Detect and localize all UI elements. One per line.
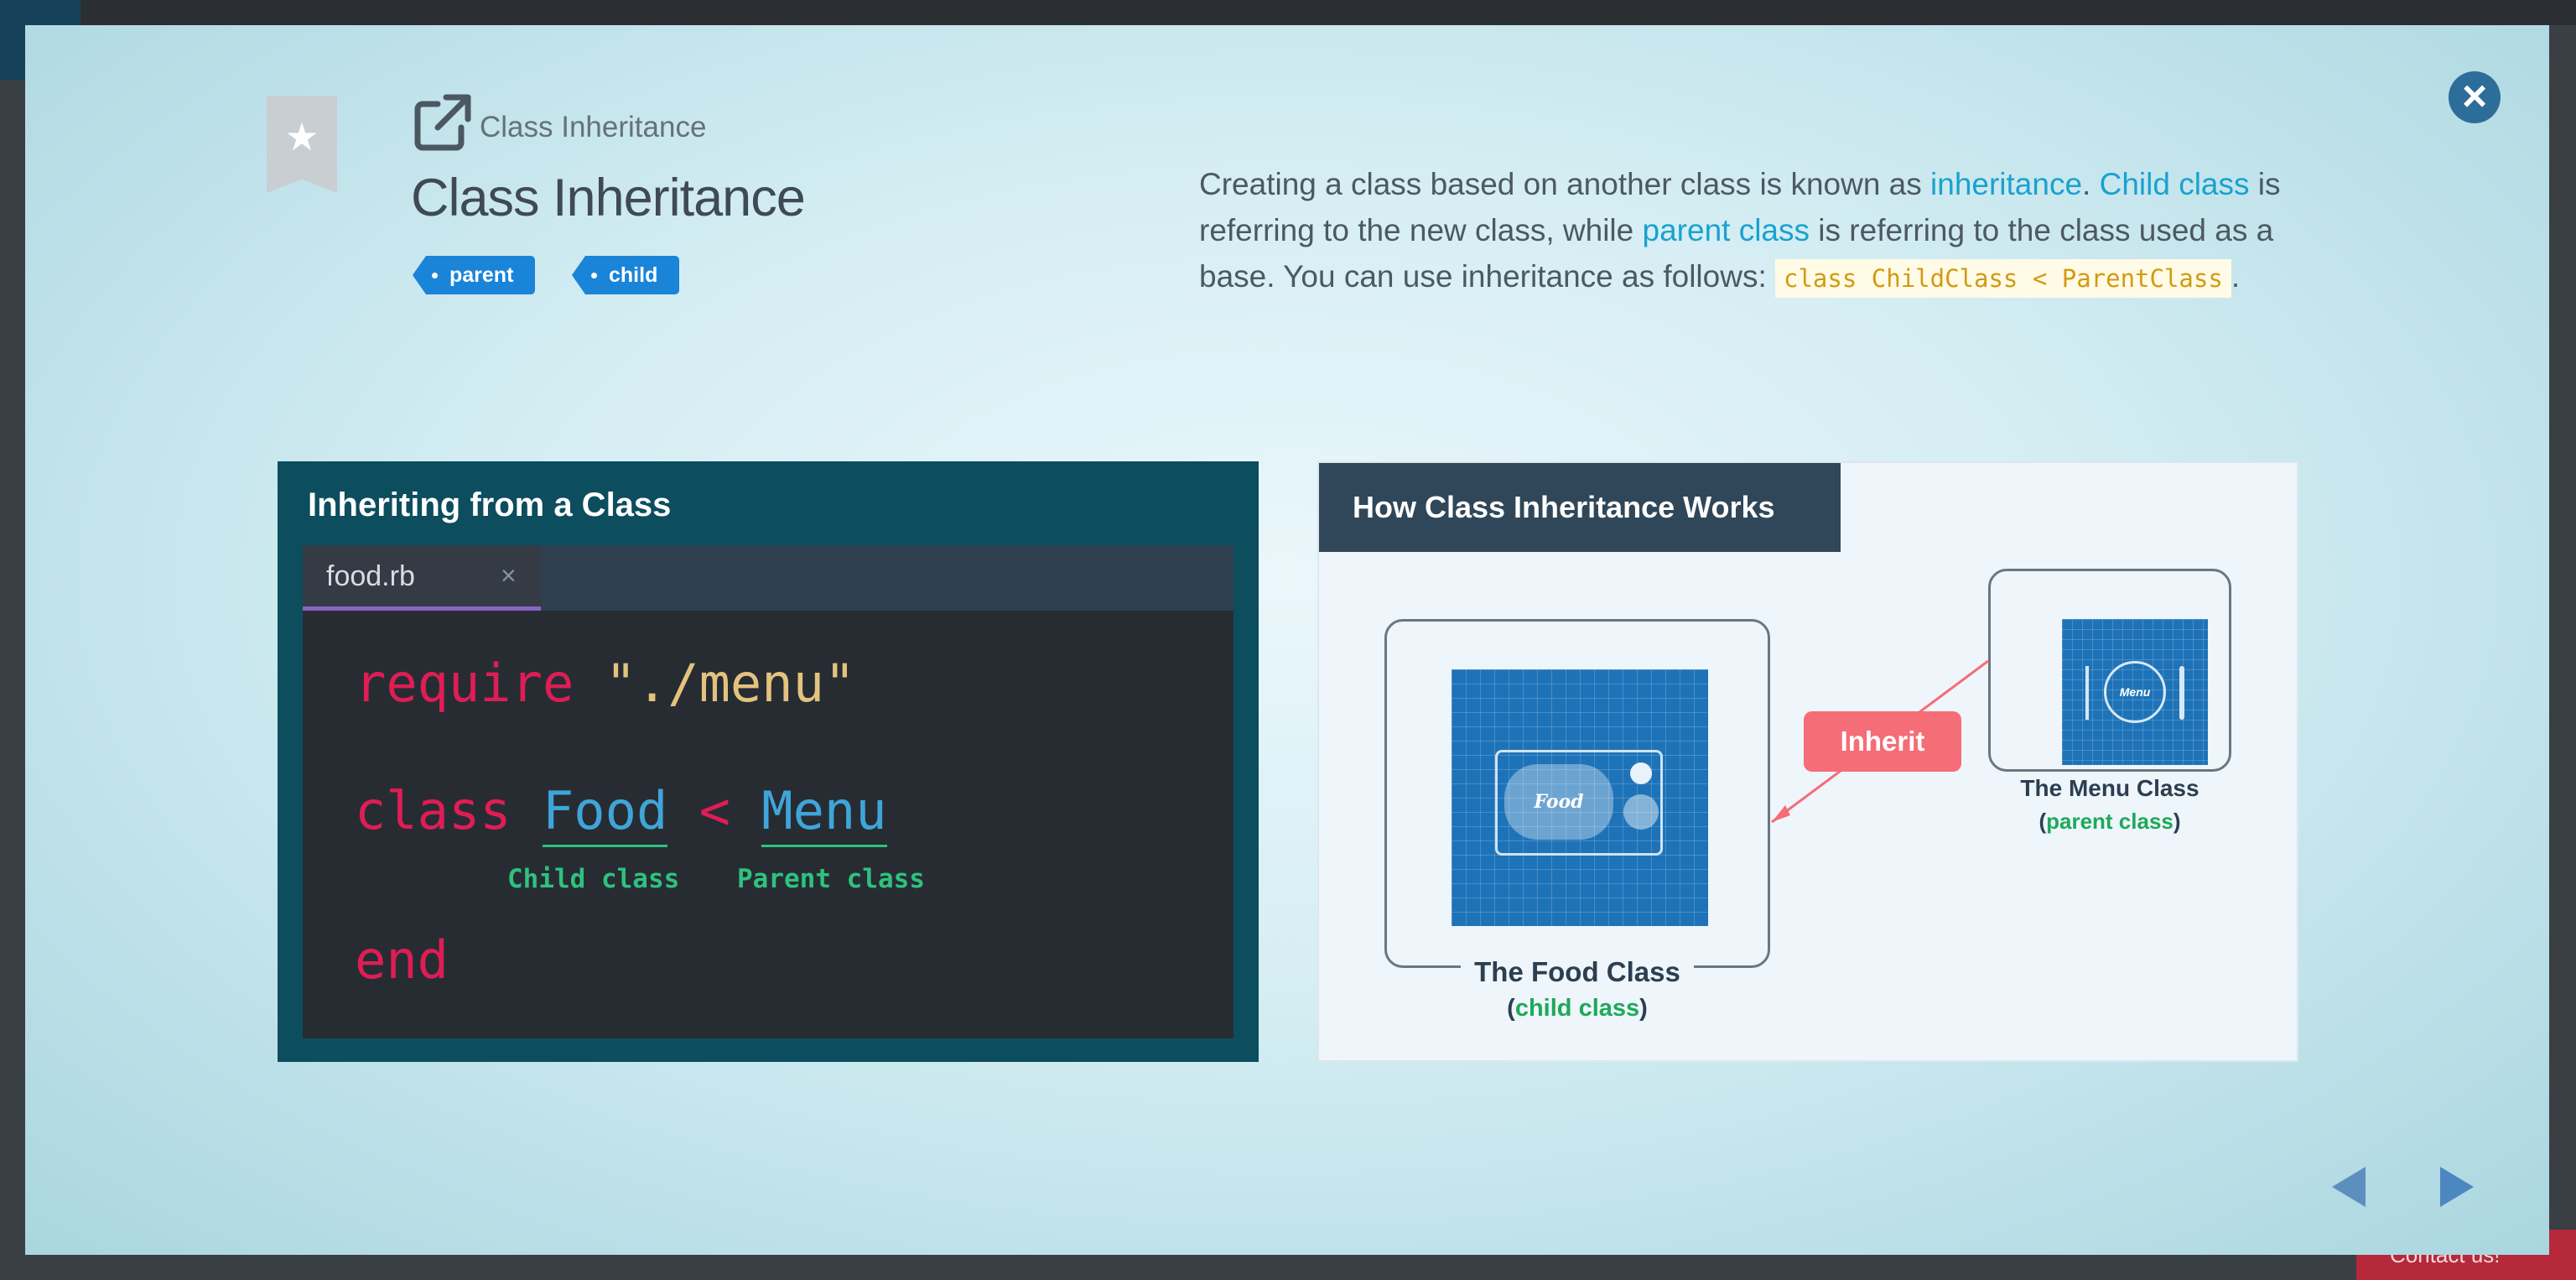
oven-window: Food	[1504, 764, 1613, 840]
tag-label: parent	[449, 263, 514, 287]
parent-class-link[interactable]: parent class	[1643, 213, 1810, 247]
knife-icon	[2179, 666, 2184, 720]
code-line-require: require "./menu"	[355, 653, 855, 714]
page-title: Class Inheritance	[411, 169, 806, 227]
child-class-link[interactable]: Child class	[2100, 167, 2250, 201]
diagram-slide: How Class Inheritance Works Food The Foo…	[1317, 461, 2298, 1062]
child-class-note: Child class	[507, 864, 680, 894]
code-line-class: class Food < Menu	[355, 780, 887, 847]
inherit-label: Inherit	[1804, 711, 1961, 772]
code-slide-title: Inheriting from a Class	[308, 487, 672, 523]
plate-icon: Menu	[2104, 661, 2166, 723]
diagram-title-bar: How Class Inheritance Works	[1319, 463, 1841, 552]
tab-filename: food.rb	[326, 560, 415, 592]
code-editor: food.rb × require "./menu" class Food < …	[303, 545, 1233, 1038]
lesson-description: Creating a class based on another class …	[1199, 161, 2289, 302]
code-keyword: end	[355, 929, 449, 991]
tag-parent[interactable]: parent	[413, 256, 536, 294]
code-parent-class: Menu	[761, 780, 887, 847]
editor-tabbar: food.rb ×	[303, 545, 1233, 611]
tag-child[interactable]: child	[572, 256, 680, 294]
desc-text: .	[2082, 167, 2100, 201]
breadcrumb: Class Inheritance	[480, 111, 707, 143]
tag-dot	[432, 273, 438, 278]
oven-knob	[1630, 762, 1652, 784]
child-class-text: child class	[1514, 995, 1640, 1022]
code-string: "./menu"	[605, 653, 856, 714]
desc-text: .	[2231, 259, 2241, 294]
tag-dot	[591, 273, 597, 278]
code-child-class: Food	[542, 780, 668, 847]
code-keyword: class	[355, 780, 512, 841]
menu-plate-image: Menu	[2062, 619, 2208, 765]
code-slide: Inheriting from a Class food.rb × requir…	[278, 461, 1259, 1062]
food-class-title: The Food Class	[1461, 956, 1694, 987]
fork-icon	[2085, 666, 2089, 720]
food-oven-image: Food	[1452, 669, 1708, 926]
editor-tab: food.rb ×	[303, 545, 541, 611]
bookmark-button[interactable]: ★	[267, 96, 337, 193]
menu-class-label: The Menu Class	[2020, 775, 2199, 801]
lesson-modal: × ★ Class Inheritance Class Inheritance …	[25, 25, 2549, 1255]
prev-arrow-icon[interactable]	[2327, 1162, 2377, 1212]
code-line-end: end	[355, 929, 449, 991]
code-keyword: require	[355, 653, 574, 714]
parent-class-note: Parent class	[737, 864, 925, 894]
food-class-label: The Food Class	[1384, 956, 1770, 988]
oven-knob	[1623, 794, 1659, 830]
external-link-icon[interactable]	[413, 92, 473, 153]
desc-text: Creating a class based on another class …	[1199, 167, 1931, 201]
close-icon[interactable]: ×	[2449, 71, 2501, 123]
tab-close-icon: ×	[501, 560, 517, 591]
oven-icon: Food	[1495, 750, 1663, 856]
background-topbar	[0, 0, 2576, 25]
star-icon: ★	[284, 115, 319, 159]
parent-class-text: parent class	[2046, 809, 2174, 834]
code-operator: <	[699, 780, 730, 841]
food-class-sub: (child class)	[1507, 995, 1648, 1022]
inheritance-link[interactable]: inheritance	[1930, 167, 2082, 201]
tag-label: child	[609, 263, 658, 287]
diagram-title: How Class Inheritance Works	[1353, 490, 1775, 524]
next-arrow-icon[interactable]	[2428, 1162, 2479, 1212]
code-snippet: class ChildClass < ParentClass	[1775, 259, 2231, 298]
menu-class-sub: (parent class)	[2038, 809, 2181, 834]
